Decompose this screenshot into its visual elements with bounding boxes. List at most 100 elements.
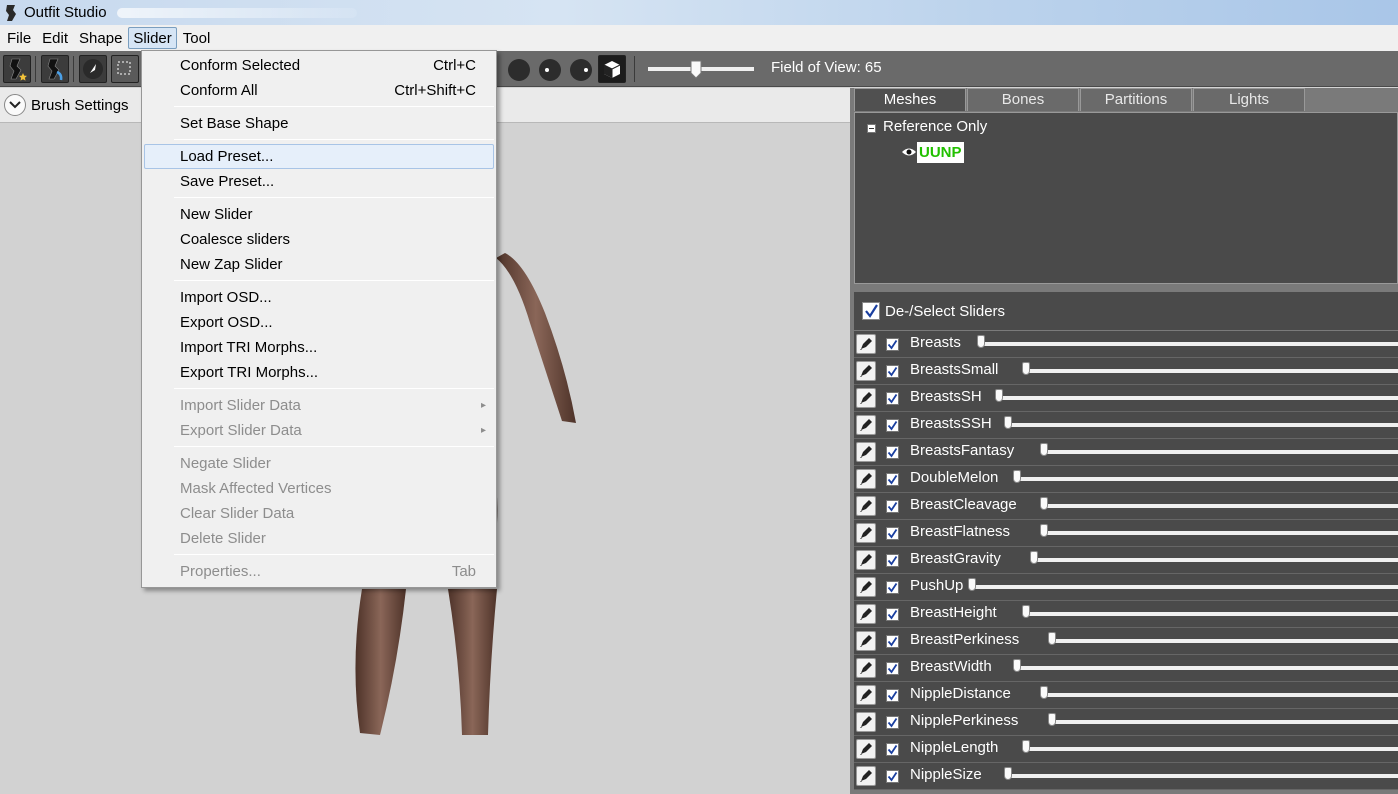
slider-thumb[interactable] <box>1030 551 1039 564</box>
select-tool-button[interactable] <box>79 55 107 83</box>
menu-edit[interactable]: Edit <box>37 27 73 49</box>
menu-item-conform-all[interactable]: Conform All Ctrl+Shift+C <box>144 78 494 103</box>
slider-checkbox[interactable] <box>886 743 899 756</box>
edit-slider-button[interactable] <box>856 388 876 408</box>
view-mode-button-1[interactable] <box>508 59 530 81</box>
slider-track[interactable] <box>1043 531 1398 535</box>
edit-slider-button[interactable] <box>856 658 876 678</box>
slider-thumb[interactable] <box>1048 713 1057 726</box>
marquee-tool-button[interactable] <box>111 55 139 83</box>
slider-checkbox[interactable] <box>886 554 899 567</box>
edit-slider-button[interactable] <box>856 685 876 705</box>
slider-track[interactable] <box>1017 666 1398 670</box>
edit-slider-button[interactable] <box>856 415 876 435</box>
menu-shape[interactable]: Shape <box>74 27 127 49</box>
slider-thumb[interactable] <box>1040 497 1048 510</box>
slider-thumb[interactable] <box>1021 605 1030 618</box>
menu-item-import-tri-morphs[interactable]: Import TRI Morphs... <box>144 335 494 360</box>
menu-item-conform-selected[interactable]: Conform Selected Ctrl+C <box>144 53 494 78</box>
slider-track[interactable] <box>1007 774 1398 778</box>
edit-slider-button[interactable] <box>856 523 876 543</box>
slider-checkbox[interactable] <box>886 689 899 702</box>
edit-slider-button[interactable] <box>856 469 876 489</box>
slider-track[interactable] <box>1044 450 1398 454</box>
edit-slider-button[interactable] <box>856 766 876 786</box>
edit-slider-button[interactable] <box>856 631 876 651</box>
tab-partitions[interactable]: Partitions <box>1080 88 1192 111</box>
menu-item-export-tri-morphs[interactable]: Export TRI Morphs... <box>144 360 494 385</box>
tab-lights[interactable]: Lights <box>1193 88 1305 111</box>
slider-track[interactable] <box>1043 693 1398 697</box>
slider-thumb[interactable] <box>1013 470 1022 483</box>
perspective-toggle-button[interactable] <box>598 55 626 83</box>
slider-thumb[interactable] <box>995 389 1004 402</box>
menu-item-save-preset[interactable]: Save Preset... <box>144 169 494 194</box>
tab-bones[interactable]: Bones <box>967 88 1079 111</box>
edit-slider-button[interactable] <box>856 496 876 516</box>
menu-item-export-osd[interactable]: Export OSD... <box>144 310 494 335</box>
slider-thumb[interactable] <box>1022 740 1030 753</box>
slider-checkbox[interactable] <box>886 419 899 432</box>
slider-track[interactable] <box>1025 612 1398 616</box>
slider-checkbox[interactable] <box>886 365 899 378</box>
slider-checkbox[interactable] <box>886 662 899 675</box>
slider-thumb[interactable] <box>976 335 985 348</box>
slider-track[interactable] <box>980 342 1398 346</box>
mesh-item-uunp[interactable]: UUNP <box>917 142 964 163</box>
slider-thumb[interactable] <box>968 578 977 591</box>
tab-meshes[interactable]: Meshes <box>854 88 966 111</box>
edit-slider-button[interactable] <box>856 739 876 759</box>
slider-thumb[interactable] <box>1003 767 1012 780</box>
slider-track[interactable] <box>972 585 1398 589</box>
brush-settings-toggle[interactable] <box>4 94 26 116</box>
slider-track[interactable] <box>1017 477 1398 481</box>
menu-file[interactable]: File <box>2 27 36 49</box>
edit-slider-button[interactable] <box>856 550 876 570</box>
menu-item-load-preset[interactable]: Load Preset... <box>144 144 494 169</box>
slider-track[interactable] <box>1052 639 1398 643</box>
slider-checkbox[interactable] <box>886 635 899 648</box>
edit-slider-button[interactable] <box>856 577 876 597</box>
slider-track[interactable] <box>1026 747 1398 751</box>
eye-icon[interactable] <box>901 147 917 157</box>
menu-item-set-base-shape[interactable]: Set Base Shape <box>144 111 494 136</box>
slider-thumb[interactable] <box>1040 443 1048 456</box>
slider-thumb[interactable] <box>1013 659 1022 672</box>
slider-checkbox[interactable] <box>886 527 899 540</box>
slider-checkbox[interactable] <box>886 608 899 621</box>
slider-checkbox[interactable] <box>886 716 899 729</box>
slider-thumb[interactable] <box>1048 632 1057 645</box>
menu-item-coalesce-sliders[interactable]: Coalesce sliders <box>144 227 494 252</box>
slider-checkbox[interactable] <box>886 500 899 513</box>
slider-checkbox[interactable] <box>886 770 899 783</box>
slider-track[interactable] <box>1008 423 1398 427</box>
slider-thumb[interactable] <box>1021 362 1030 375</box>
fov-slider[interactable] <box>648 57 756 81</box>
inflate-tool-button[interactable] <box>41 55 69 83</box>
menu-slider[interactable]: Slider <box>128 27 177 49</box>
menu-tool[interactable]: Tool <box>178 27 216 49</box>
edit-slider-button[interactable] <box>856 442 876 462</box>
edit-slider-button[interactable] <box>856 334 876 354</box>
edit-slider-button[interactable] <box>856 712 876 732</box>
view-mode-button-2[interactable] <box>539 59 561 81</box>
slider-checkbox[interactable] <box>886 446 899 459</box>
edit-slider-button[interactable] <box>856 361 876 381</box>
slider-thumb[interactable] <box>1039 524 1048 537</box>
select-all-sliders-checkbox[interactable] <box>862 302 880 320</box>
menu-item-new-zap-slider[interactable]: New Zap Slider <box>144 252 494 277</box>
slider-checkbox[interactable] <box>886 392 899 405</box>
menu-item-import-osd[interactable]: Import OSD... <box>144 285 494 310</box>
slider-thumb[interactable] <box>1004 416 1013 429</box>
slider-checkbox[interactable] <box>886 473 899 486</box>
slider-thumb[interactable] <box>1039 686 1048 699</box>
slider-track[interactable] <box>1052 720 1398 724</box>
tree-root-reference-only[interactable]: Reference Only <box>883 118 987 135</box>
slider-checkbox[interactable] <box>886 338 899 351</box>
menu-item-new-slider[interactable]: New Slider <box>144 202 494 227</box>
view-mode-button-3[interactable] <box>570 59 592 81</box>
slider-track[interactable] <box>1025 369 1398 373</box>
slider-checkbox[interactable] <box>886 581 899 594</box>
slider-track[interactable] <box>1034 558 1398 562</box>
brush-tool-button[interactable] <box>3 55 31 83</box>
